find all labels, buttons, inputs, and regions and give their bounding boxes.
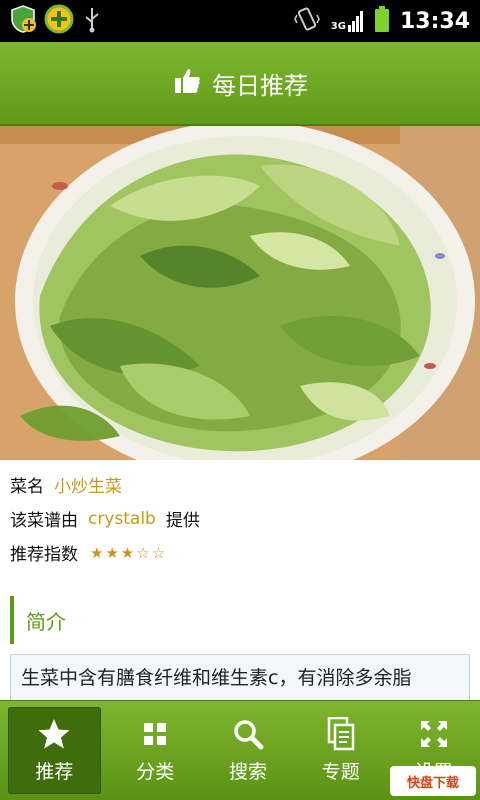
- usb-icon: [80, 4, 104, 38]
- notification-icons: [8, 4, 104, 38]
- page-title: 每日推荐: [212, 71, 308, 100]
- rating-label: 推荐指数: [10, 545, 78, 565]
- watermark-logo: 快盘下载: [390, 766, 476, 796]
- provider-suffix: 提供: [165, 511, 200, 531]
- nav-topic-label: 专题: [321, 761, 360, 783]
- intro-header: 简介: [10, 596, 470, 644]
- nav-search[interactable]: 搜索: [202, 701, 295, 800]
- dish-name-label: 菜名: [10, 477, 44, 497]
- signal-3g-icon: 3G: [331, 10, 364, 32]
- dish-name: 小炒生菜: [54, 477, 122, 497]
- clock: 13:34: [399, 8, 470, 34]
- system-indicators: 3G 13:34: [293, 4, 470, 38]
- vibrate-icon: [293, 5, 321, 37]
- rating-stars: ★★★☆☆: [90, 543, 168, 562]
- app-header: 每日推荐: [0, 42, 480, 126]
- plus-app-icon: [44, 4, 74, 38]
- search-icon: [232, 717, 264, 751]
- nav-category[interactable]: 分类: [109, 701, 202, 800]
- shield-plus-icon: [8, 4, 38, 38]
- thumbs-up-icon: [172, 66, 202, 100]
- watermark-text: 快盘下载: [406, 775, 459, 791]
- nav-search-label: 搜索: [228, 761, 267, 783]
- status-bar: 3G 13:34: [0, 0, 480, 42]
- network-type: 3G: [330, 21, 346, 32]
- grid-icon: [142, 717, 168, 751]
- rating-row: 推荐指数 ★★★☆☆: [10, 540, 168, 566]
- dish-photo: [0, 126, 480, 460]
- nav-topic[interactable]: 专题: [294, 701, 387, 800]
- battery-icon: [374, 5, 390, 37]
- provider-label: 该菜谱由: [10, 511, 78, 531]
- dish-info: 菜名 小炒生菜 该菜谱由 crystalb 提供 推荐指数 ★★★☆☆: [0, 460, 480, 588]
- nav-category-label: 分类: [136, 761, 175, 783]
- screen: 3G 13:34 每日推荐 菜名 小炒生菜 该菜谱由 crystalb 提供 推…: [0, 0, 480, 800]
- nav-recommend[interactable]: 推荐: [8, 707, 101, 794]
- nav-recommend-label: 推荐: [35, 761, 74, 783]
- intro-text: 生菜中含有膳食纤维和维生素c，有消除多余脂: [21, 667, 412, 689]
- provider-row: 该菜谱由 crystalb 提供: [10, 506, 200, 532]
- intro-title: 简介: [26, 609, 66, 634]
- expand-arrows-icon: [418, 717, 450, 751]
- provider-name[interactable]: crystalb: [88, 509, 156, 529]
- star-icon: [37, 717, 71, 751]
- document-icon: [326, 717, 356, 751]
- dish-name-row: 菜名 小炒生菜: [10, 472, 122, 497]
